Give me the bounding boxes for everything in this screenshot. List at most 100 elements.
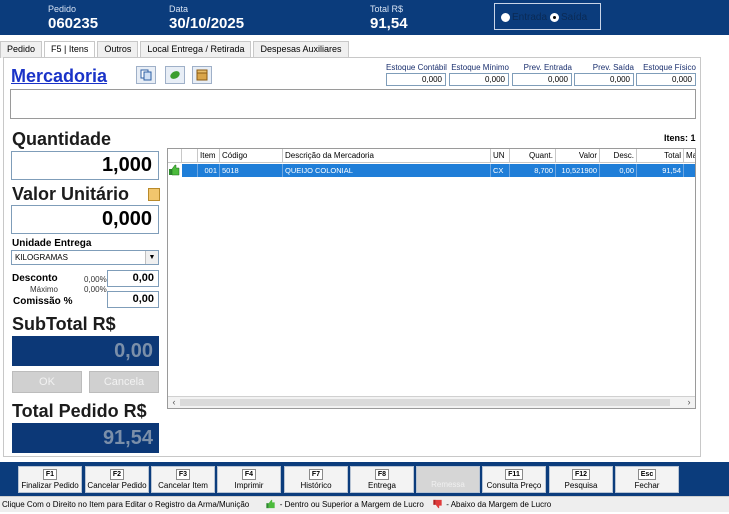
key-f8: F8 [374, 469, 390, 480]
scroll-left-icon[interactable]: ‹ [168, 397, 180, 408]
entrada-radio[interactable]: Entrada [501, 12, 547, 23]
consulta-preco-label: Consulta Preço [486, 481, 542, 490]
comissao-label: Comissão % [13, 296, 73, 307]
legend-up-text: - Dentro ou Superior a Margem de Lucro [279, 500, 424, 509]
scroll-right-icon[interactable]: › [683, 397, 695, 408]
comissao-input[interactable]: 0,00 [107, 291, 159, 308]
saida-radio[interactable]: Saída [550, 12, 587, 23]
cancela-button[interactable]: Cancela [89, 371, 159, 393]
total-block: Total R$ 91,54 [370, 4, 408, 32]
product-description-field[interactable] [10, 89, 696, 119]
quantidade-label: Quantidade [12, 129, 112, 149]
unidade-entrega-select[interactable]: KILOGRAMAS ▼ [11, 250, 159, 265]
entrada-radio-dot[interactable] [501, 13, 510, 22]
subtotal-label: SubTotal R$ [12, 314, 116, 334]
key-f4: F4 [241, 469, 257, 480]
finalizar-pedido-button[interactable]: F1 Finalizar Pedido [18, 466, 82, 493]
tab-pedido[interactable]: Pedido [0, 41, 43, 58]
cell-valor: 10,521900 [556, 164, 600, 177]
key-f1: F1 [42, 469, 58, 480]
items-grid[interactable]: Item Código Descrição da Mercadoria UN Q… [167, 148, 696, 409]
price-lock-icon[interactable] [148, 188, 160, 201]
key-f12: F12 [571, 469, 591, 480]
entrada-label: Entrada [512, 12, 548, 23]
tab-bar: Pedido F5 | Itens Outros Local Entrega /… [0, 41, 351, 59]
unidade-entrega-label: Unidade Entrega [12, 238, 92, 249]
col-valor[interactable]: Valor [556, 149, 600, 163]
tab-local-entrega[interactable]: Local Entrega / Retirada [140, 41, 252, 58]
horizontal-scrollbar[interactable]: ‹ › [168, 396, 695, 408]
finalizar-pedido-label: Finalizar Pedido [21, 481, 79, 490]
cell-ma [684, 164, 695, 177]
stock-prev-saida-label: Prev. Saída [592, 63, 634, 72]
status-hint: Clique Com o Direito no Item para Editar… [2, 500, 250, 509]
cell-codigo: 5018 [220, 164, 283, 177]
pedido-label: Pedido [48, 4, 77, 14]
row-selector[interactable] [182, 164, 198, 177]
desconto-input[interactable]: 0,00 [107, 270, 159, 287]
tab-outros[interactable]: Outros [97, 41, 139, 58]
tab-despesas[interactable]: Despesas Auxiliares [253, 41, 349, 58]
copy-icon[interactable] [136, 66, 156, 84]
maximo-pct: 0,00% [84, 285, 107, 294]
box-icon[interactable] [192, 66, 212, 84]
entrega-button[interactable]: F8 Entrega [350, 466, 414, 493]
col-total[interactable]: Total [637, 149, 684, 163]
stock-prev-saida-value: 0,000 [574, 73, 634, 86]
remessa-label: Remessa [431, 480, 465, 489]
entrega-label: Entrega [367, 481, 397, 490]
function-key-toolbar: F1 Finalizar Pedido F2 Cancelar Pedido F… [0, 462, 729, 496]
col-quant[interactable]: Quant. [510, 149, 556, 163]
chevron-down-icon[interactable]: ▼ [145, 251, 158, 264]
cell-total: 91,54 [637, 164, 684, 177]
unidade-entrega-value: KILOGRAMAS [15, 253, 68, 262]
stock-minimo-label: Estoque Mínimo [451, 63, 509, 72]
leaf-icon[interactable] [165, 66, 185, 84]
col-desc[interactable]: Desc. [600, 149, 637, 163]
historico-button[interactable]: F7 Histórico [284, 466, 348, 493]
data-value: 30/10/2025 [169, 15, 245, 32]
desconto-pct: 0,00% [84, 275, 107, 284]
col-un[interactable]: UN [491, 149, 510, 163]
pedido-value: 060235 [48, 15, 99, 32]
remessa-button[interactable]: Remessa [416, 466, 480, 493]
status-bar: Clique Com o Direito no Item para Editar… [0, 496, 729, 512]
thumbs-down-icon [432, 499, 444, 509]
valor-unitario-input[interactable]: 0,000 [11, 205, 159, 234]
fechar-button[interactable]: Esc Fechar [615, 466, 679, 493]
saida-label: Saída [561, 12, 588, 23]
data-label: Data [169, 4, 189, 14]
pesquisa-button[interactable]: F12 Pesquisa [549, 466, 613, 493]
legend-down-text: - Abaixo da Margem de Lucro [446, 500, 552, 509]
consulta-preco-button[interactable]: F11 Consulta Preço [482, 466, 546, 493]
total-pedido-label: Total Pedido R$ [12, 401, 147, 421]
cell-item: 001 [198, 164, 220, 177]
maximo-label: Máximo [30, 285, 59, 294]
table-row[interactable]: 001 5018 QUEIJO COLONIAL CX 8,700 10,521… [182, 164, 695, 177]
key-f2: F2 [109, 469, 125, 480]
cancelar-item-button[interactable]: F3 Cancelar Item [151, 466, 215, 493]
saida-radio-dot[interactable] [550, 13, 559, 22]
col-descricao[interactable]: Descrição da Mercadoria [283, 149, 491, 163]
mercadoria-title[interactable]: Mercadoria [11, 66, 107, 87]
stock-minimo: Estoque Mínimo 0,000 [449, 63, 509, 86]
stock-fisico-label: Estoque Físico [643, 63, 696, 72]
key-f11: F11 [505, 469, 523, 480]
total-value: 91,54 [370, 15, 408, 32]
stock-contabil-value: 0,000 [386, 73, 446, 86]
ok-button[interactable]: OK [12, 371, 82, 393]
col-item[interactable]: Item [198, 149, 220, 163]
stock-contabil-label: Estoque Contábil [386, 63, 447, 72]
quantidade-input[interactable]: 1,000 [11, 151, 159, 180]
thumbs-up-icon [265, 499, 277, 509]
scroll-thumb[interactable] [180, 399, 670, 406]
imprimir-button[interactable]: F4 Imprimir [217, 466, 281, 493]
imprimir-label: Imprimir [234, 481, 264, 490]
cell-desc: 0,00 [600, 164, 637, 177]
key-f7: F7 [308, 469, 324, 480]
col-ma[interactable]: Ma [684, 149, 695, 163]
col-codigo[interactable]: Código [220, 149, 283, 163]
stock-prev-entrada-label: Prev. Entrada [523, 63, 572, 72]
grid-status-header [168, 149, 182, 163]
cancelar-pedido-button[interactable]: F2 Cancelar Pedido [85, 466, 149, 493]
